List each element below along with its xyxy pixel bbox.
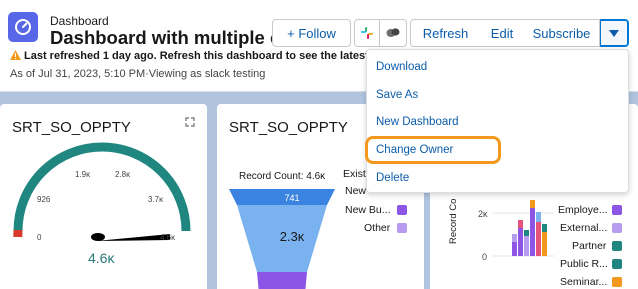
change-owner-highlight <box>365 136 501 164</box>
gauge-tick-label: 926 <box>37 195 51 204</box>
follow-button[interactable]: + Follow <box>272 19 351 47</box>
gauge-value: 4.6κ <box>88 250 115 266</box>
legend-swatch <box>612 259 622 269</box>
legend-item: Other <box>364 222 391 234</box>
legend-swatch <box>612 241 622 251</box>
dashboard-icon <box>8 12 38 42</box>
refresh-button[interactable]: Refresh <box>410 19 481 47</box>
refresh-warning: Last refreshed 1 day ago. Refresh this d… <box>10 50 398 62</box>
bar-stack <box>512 200 547 256</box>
menu-item-save-as[interactable]: Save As <box>376 89 418 101</box>
legend-item: Public R... <box>560 258 608 270</box>
page-title: Dashboard with multiple co... <box>50 27 307 48</box>
legend-item: New Bu... <box>345 204 391 216</box>
funnel-stage-value: 2.3κ <box>279 229 305 244</box>
refresh-warning-text: Last refreshed 1 day ago. Refresh this d… <box>24 50 398 62</box>
gauge-tick-label: 2.8κ <box>115 170 131 179</box>
legend-swatch <box>612 223 622 233</box>
funnel-stage-value: 741 <box>284 193 300 203</box>
slack-button[interactable] <box>354 19 380 47</box>
legend-item: New <box>345 185 367 197</box>
gauge-tick-label: 1.9κ <box>75 170 91 179</box>
collaborate-toggle-button[interactable] <box>380 19 407 47</box>
gauge-tick-label: 4.6κ <box>160 233 176 242</box>
legend-swatch <box>612 277 622 287</box>
more-actions-menu: Download Save As New Dashboard Change Ow… <box>366 49 629 193</box>
chat-icon <box>386 28 400 37</box>
menu-item-delete[interactable]: Delete <box>376 172 409 184</box>
gauge-tick-label: 0 <box>37 233 42 242</box>
edit-button[interactable]: Edit <box>480 19 525 47</box>
legend-item: Employe... <box>558 204 608 216</box>
gauge-tick-label: 3.7κ <box>148 195 164 204</box>
more-actions-button[interactable] <box>600 19 629 47</box>
legend-swatch <box>612 205 622 215</box>
chevron-down-icon <box>609 29 619 37</box>
legend-item: Partner <box>572 240 607 252</box>
legend-swatch <box>397 205 407 215</box>
legend-item: Seminar... <box>560 276 608 288</box>
legend-item: Exist <box>343 168 366 180</box>
legend-item: External... <box>560 222 608 234</box>
warning-icon <box>10 50 21 60</box>
gauge-widget: SRT_SO_OPPTY 0 926 1.9κ 2.8κ 3.7κ 4.6κ 4… <box>0 104 207 289</box>
page-eyebrow: Dashboard <box>50 14 109 28</box>
menu-item-download[interactable]: Download <box>376 61 427 73</box>
slack-icon <box>361 27 373 39</box>
subscribe-button[interactable]: Subscribe <box>524 19 600 47</box>
menu-item-new-dashboard[interactable]: New Dashboard <box>376 116 458 128</box>
legend-swatch <box>397 223 407 233</box>
as-of-text: As of Jul 31, 2023, 5:10 PM·Viewing as s… <box>10 68 266 80</box>
